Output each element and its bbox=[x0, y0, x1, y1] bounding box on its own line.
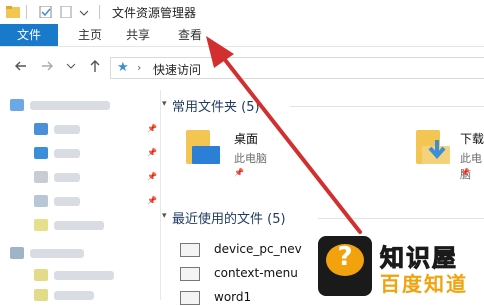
recent-locations-button[interactable] bbox=[66, 59, 76, 77]
arrow-left-icon bbox=[15, 61, 26, 71]
file-name: device_pc_nev bbox=[214, 242, 302, 256]
nav-item[interactable] bbox=[34, 268, 144, 282]
download-arrow-icon bbox=[428, 140, 446, 160]
pin-icon[interactable]: 📌 bbox=[147, 172, 157, 181]
word-file-icon bbox=[180, 291, 200, 305]
address-box[interactable]: ★ › 快速访问 bbox=[110, 57, 484, 79]
folder-icon bbox=[34, 289, 48, 301]
tab-home[interactable]: 主页 bbox=[68, 24, 112, 46]
image-file-icon bbox=[180, 267, 200, 281]
divider bbox=[99, 5, 100, 19]
nav-item[interactable] bbox=[34, 218, 144, 232]
pin-icon[interactable]: 📌 bbox=[234, 168, 244, 177]
nav-item[interactable] bbox=[34, 170, 144, 184]
pin-icon[interactable]: 📌 bbox=[147, 124, 157, 133]
blurred-label bbox=[30, 249, 84, 258]
downloads-folder-icon[interactable] bbox=[416, 130, 450, 168]
frequent-folders-header[interactable]: 常用文件夹 (5) bbox=[172, 96, 260, 115]
watermark-badge-text: ? bbox=[337, 242, 353, 272]
blurred-label bbox=[54, 149, 80, 158]
blurred-label bbox=[54, 271, 114, 280]
tab-share[interactable]: 共享 bbox=[116, 24, 160, 46]
window-title: 文件资源管理器 bbox=[112, 5, 197, 20]
chevron-right-icon[interactable]: › bbox=[137, 61, 141, 74]
list-item[interactable]: context-menu bbox=[180, 266, 310, 282]
tile-location-desktop: 此电脑 bbox=[234, 152, 267, 165]
arrow-right-icon bbox=[42, 61, 53, 71]
blurred-label bbox=[54, 197, 80, 206]
new-folder-icon[interactable] bbox=[59, 5, 73, 19]
image-file-icon bbox=[180, 243, 200, 257]
picture-icon bbox=[34, 195, 48, 207]
file-name: word1 bbox=[214, 290, 252, 304]
tab-file[interactable]: 文件 bbox=[0, 24, 58, 46]
watermark-subtitle: 百度知道 bbox=[380, 272, 468, 296]
tile-location-downloads: 此电脑 bbox=[460, 152, 482, 181]
pin-icon[interactable]: 📌 bbox=[460, 168, 470, 177]
blurred-label bbox=[54, 173, 80, 182]
document-icon bbox=[34, 171, 48, 183]
desktop-folder-icon[interactable] bbox=[186, 130, 220, 168]
list-item[interactable]: word1 bbox=[180, 290, 310, 306]
divider bbox=[318, 218, 484, 219]
address-location: 快速访问 bbox=[153, 63, 202, 77]
title-bar: 文件资源管理器 bbox=[0, 0, 484, 24]
download-icon bbox=[34, 147, 48, 159]
nav-item[interactable] bbox=[10, 98, 150, 112]
recent-files-header[interactable]: 最近使用的文件 (5) bbox=[172, 208, 286, 227]
back-button[interactable] bbox=[14, 59, 28, 77]
chevron-down-icon[interactable]: ▾ bbox=[162, 211, 167, 221]
tab-view[interactable]: 查看 bbox=[168, 24, 212, 46]
watermark: ? 知识屋 百度知道 bbox=[318, 232, 484, 300]
pin-icon[interactable]: 📌 bbox=[147, 196, 157, 205]
address-bar-row: ★ › 快速访问 bbox=[0, 47, 484, 89]
forward-button[interactable] bbox=[40, 59, 54, 77]
blurred-label bbox=[30, 101, 110, 110]
tile-name-downloads[interactable]: 下载 bbox=[460, 130, 484, 147]
question-badge-icon: ? bbox=[318, 236, 372, 296]
blurred-label bbox=[54, 125, 80, 134]
star-icon: ★ bbox=[117, 60, 129, 75]
chevron-down-icon bbox=[66, 63, 76, 69]
nav-item[interactable] bbox=[34, 146, 144, 160]
up-button[interactable] bbox=[88, 59, 102, 77]
navigation-pane: 📌 📌 📌 📌 bbox=[0, 90, 161, 301]
blurred-label bbox=[54, 221, 104, 230]
cloud-icon bbox=[10, 247, 24, 259]
nav-item[interactable] bbox=[34, 122, 144, 136]
folder-front bbox=[192, 146, 220, 164]
folder-icon bbox=[34, 219, 48, 231]
file-name: context-menu bbox=[214, 266, 298, 280]
pin-icon[interactable]: 📌 bbox=[147, 148, 157, 157]
tile-name-desktop[interactable]: 桌面 bbox=[234, 130, 258, 147]
ribbon-tabs: 文件 主页 共享 查看 bbox=[0, 24, 484, 47]
folder-icon bbox=[34, 269, 48, 281]
properties-icon[interactable] bbox=[39, 5, 53, 19]
divider bbox=[26, 5, 27, 19]
nav-item[interactable] bbox=[10, 246, 150, 260]
chevron-down-icon[interactable]: ▾ bbox=[162, 99, 167, 109]
star-icon bbox=[10, 99, 24, 111]
chevron-down-icon[interactable] bbox=[79, 6, 93, 18]
folder-icon[interactable] bbox=[6, 6, 20, 18]
desktop-icon bbox=[34, 123, 48, 135]
list-item[interactable]: device_pc_nev bbox=[180, 242, 310, 258]
blurred-label bbox=[54, 291, 94, 300]
nav-item[interactable] bbox=[34, 194, 144, 208]
divider bbox=[290, 106, 484, 107]
arrow-up-icon bbox=[90, 60, 100, 72]
